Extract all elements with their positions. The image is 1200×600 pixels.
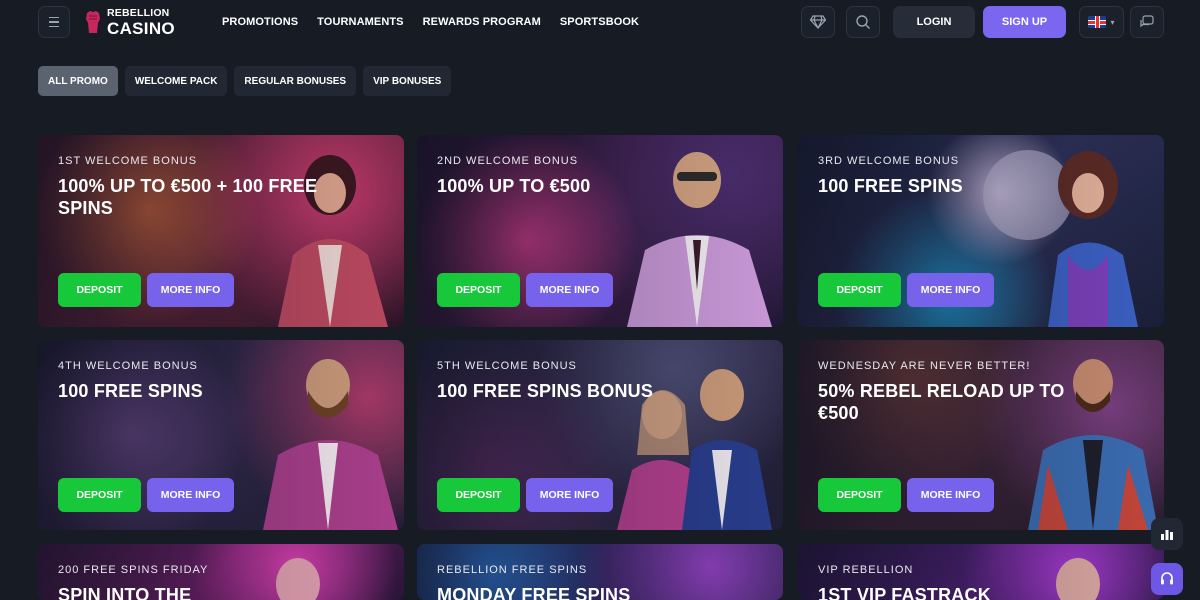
promo-title: 100% UP TO €500 <box>437 176 591 196</box>
search-button[interactable] <box>846 6 880 38</box>
more-info-button[interactable]: MORE INFO <box>526 273 613 307</box>
promo-card: WEDNESDAY ARE NEVER BETTER! 50% REBEL RE… <box>798 340 1164 530</box>
gem-icon <box>810 15 826 29</box>
chat-icon <box>1140 15 1154 28</box>
menu-button[interactable] <box>38 6 70 38</box>
promo-subtitle: VIP REBELLION <box>818 564 914 576</box>
tab-regular-bonuses[interactable]: REGULAR BONUSES <box>234 66 357 96</box>
nav-promotions[interactable]: PROMOTIONS <box>222 16 298 28</box>
top-header: REBELLION CASINO PROMOTIONS TOURNAMENTS … <box>0 0 1200 46</box>
promo-card: VIP REBELLION 1ST VIP FASTRACK <box>798 544 1164 600</box>
fist-logo-icon <box>86 11 100 34</box>
gem-button[interactable] <box>801 6 835 38</box>
promo-card: 5TH WELCOME BONUS 100 FREE SPINS BONUS D… <box>417 340 783 530</box>
logo-line1: REBELLION <box>107 7 170 19</box>
promo-card: 2ND WELCOME BONUS 100% UP TO €500 DEPOSI… <box>417 135 783 327</box>
promo-card: REBELLION FREE SPINS MONDAY FREE SPINS <box>417 544 783 600</box>
tab-vip-bonuses[interactable]: VIP BONUSES <box>363 66 452 96</box>
promo-subtitle: WEDNESDAY ARE NEVER BETTER! <box>818 360 1031 372</box>
headset-icon <box>1161 572 1173 585</box>
deposit-button[interactable]: DEPOSIT <box>818 273 901 307</box>
promo-filter-tabs: ALL PROMO WELCOME PACK REGULAR BONUSES V… <box>38 66 452 96</box>
more-info-button[interactable]: MORE INFO <box>907 478 994 512</box>
promo-subtitle: 1ST WELCOME BONUS <box>58 155 198 167</box>
promo-subtitle: 5TH WELCOME BONUS <box>437 360 577 372</box>
deposit-button[interactable]: DEPOSIT <box>437 273 520 307</box>
more-info-button[interactable]: MORE INFO <box>907 273 994 307</box>
promo-subtitle: 4TH WELCOME BONUS <box>58 360 198 372</box>
promo-subtitle: 200 FREE SPINS FRIDAY <box>58 564 209 576</box>
leaderboard-button[interactable] <box>1151 518 1183 550</box>
nav-sportsbook[interactable]: SPORTSBOOK <box>560 16 639 28</box>
deposit-button[interactable]: DEPOSIT <box>58 273 141 307</box>
support-button[interactable] <box>1151 563 1183 595</box>
logo-line2: CASINO <box>107 18 175 38</box>
more-info-button[interactable]: MORE INFO <box>526 478 613 512</box>
promo-card: 1ST WELCOME BONUS 100% UP TO €500 + 100 … <box>38 135 404 327</box>
main-nav: PROMOTIONS TOURNAMENTS REWARDS PROGRAM S… <box>222 16 639 28</box>
promo-title: 100 FREE SPINS BONUS <box>437 381 654 401</box>
tab-welcome-pack[interactable]: WELCOME PACK <box>124 66 228 96</box>
promo-subtitle: 2ND WELCOME BONUS <box>437 155 579 167</box>
hamburger-icon <box>49 15 59 29</box>
search-icon <box>856 15 870 29</box>
deposit-button[interactable]: DEPOSIT <box>818 478 901 512</box>
tab-all-promo[interactable]: ALL PROMO <box>38 66 118 96</box>
promo-title: MONDAY FREE SPINS <box>437 585 631 600</box>
promo-subtitle: REBELLION FREE SPINS <box>437 564 588 576</box>
deposit-button[interactable]: DEPOSIT <box>58 478 141 512</box>
logo[interactable]: REBELLION CASINO <box>84 8 175 37</box>
more-info-button[interactable]: MORE INFO <box>147 273 234 307</box>
promo-title: 50% REBEL RELOAD UP TO €500 <box>818 381 1065 423</box>
more-info-button[interactable]: MORE INFO <box>147 478 234 512</box>
promo-title: 1ST VIP FASTRACK <box>818 585 991 600</box>
deposit-button[interactable]: DEPOSIT <box>437 478 520 512</box>
chat-button[interactable] <box>1130 6 1164 38</box>
chevron-down-icon: ▾ <box>1110 17 1115 27</box>
promo-title: 100 FREE SPINS <box>818 176 963 196</box>
bar-chart-icon <box>1161 530 1173 540</box>
uk-flag-icon <box>1088 16 1107 28</box>
language-selector[interactable]: ▾ <box>1079 6 1124 38</box>
signup-button[interactable]: SIGN UP <box>983 6 1066 38</box>
nav-rewards-program[interactable]: REWARDS PROGRAM <box>423 16 541 28</box>
promo-card: 200 FREE SPINS FRIDAY SPIN INTO THE <box>38 544 404 600</box>
promo-subtitle: 3RD WELCOME BONUS <box>818 155 960 167</box>
promo-card: 3RD WELCOME BONUS 100 FREE SPINS DEPOSIT… <box>798 135 1164 327</box>
login-button[interactable]: LOGIN <box>893 6 975 38</box>
promo-title: SPIN INTO THE <box>58 585 192 600</box>
promo-card: 4TH WELCOME BONUS 100 FREE SPINS DEPOSIT… <box>38 340 404 530</box>
nav-tournaments[interactable]: TOURNAMENTS <box>317 16 403 28</box>
promo-title: 100 FREE SPINS <box>58 381 203 401</box>
promo-title: 100% UP TO €500 + 100 FREE SPINS <box>58 176 318 218</box>
